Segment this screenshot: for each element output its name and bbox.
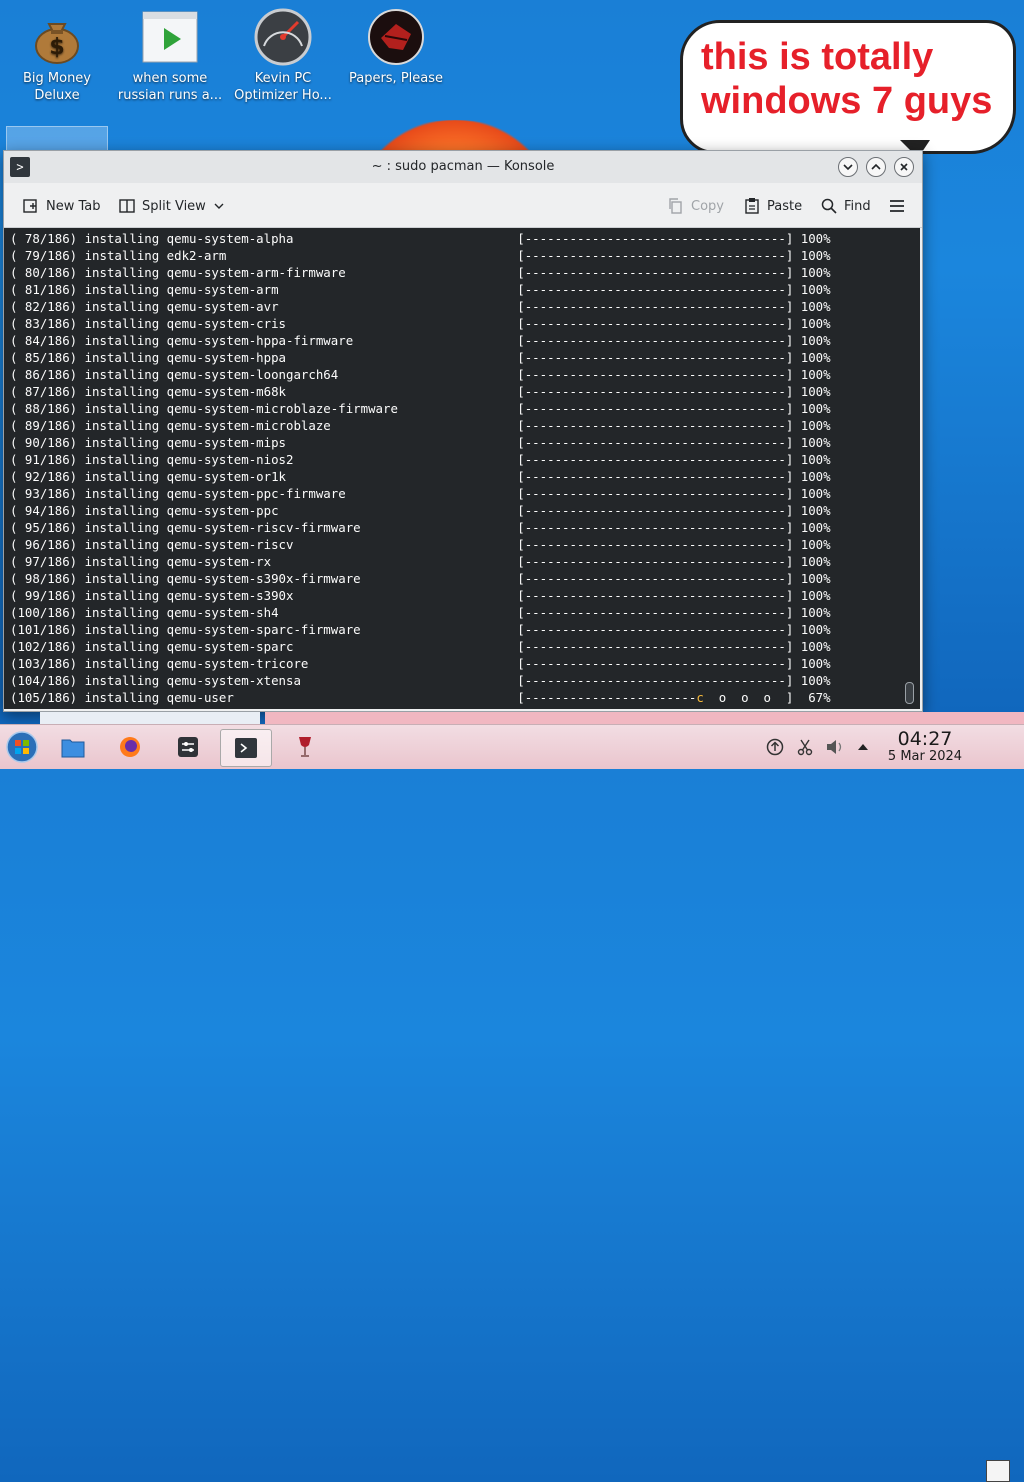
desktop-icon-label: Big Money Deluxe bbox=[22, 71, 91, 103]
copy-icon bbox=[669, 198, 682, 214]
toolbar: New Tab Split View Copy Paste Find bbox=[4, 183, 922, 228]
start-button[interactable] bbox=[4, 729, 40, 765]
hamburger-menu-button[interactable] bbox=[888, 195, 906, 217]
chevron-down-icon bbox=[214, 203, 224, 209]
terminal-line: ( 96/186) installing qemu-system-riscv [… bbox=[10, 537, 831, 552]
show-desktop-button[interactable] bbox=[986, 1460, 1010, 1482]
terminal-line: ( 87/186) installing qemu-system-m68k [-… bbox=[10, 384, 831, 399]
split-view-button[interactable]: Split View bbox=[118, 195, 226, 217]
terminal-scrollbar[interactable] bbox=[905, 682, 914, 704]
title-bar[interactable]: > ~ : sudo pacman — Konsole bbox=[4, 151, 922, 183]
terminal-line: (103/186) installing qemu-system-tricore… bbox=[10, 656, 831, 671]
konsole-window[interactable]: > ~ : sudo pacman — Konsole New Tab Spli… bbox=[3, 150, 923, 712]
speedometer-icon bbox=[254, 8, 312, 66]
close-button[interactable] bbox=[894, 157, 914, 177]
desktop-icon-label: Papers, Please bbox=[348, 71, 444, 86]
wine-glass-icon bbox=[299, 737, 311, 757]
terminal-line: ( 88/186) installing qemu-system-microbl… bbox=[10, 401, 831, 416]
copy-button[interactable]: Copy bbox=[667, 195, 724, 217]
close-icon bbox=[900, 163, 908, 171]
terminal-line: (101/186) installing qemu-system-sparc-f… bbox=[10, 622, 831, 637]
progress-prefix: (105/186) installing qemu-user [--------… bbox=[10, 690, 697, 705]
terminal-line-progress: (105/186) installing qemu-user [--------… bbox=[10, 689, 831, 706]
terminal-line: (102/186) installing qemu-system-sparc [… bbox=[10, 639, 831, 654]
desktop-icon-label: when some russian runs a... bbox=[117, 71, 223, 103]
taskbar-settings[interactable] bbox=[170, 729, 206, 765]
new-tab-icon bbox=[23, 199, 37, 213]
terminal-line: ( 85/186) installing qemu-system-hppa [-… bbox=[10, 350, 831, 365]
terminal-line: (104/186) installing qemu-system-xtensa … bbox=[10, 673, 831, 688]
settings-sliders-icon bbox=[178, 737, 198, 757]
paste-label: Paste bbox=[767, 198, 803, 214]
speech-bubble-text: this is totally windows 7 guys bbox=[701, 36, 993, 122]
terminal-line: ( 81/186) installing qemu-system-arm [--… bbox=[10, 282, 831, 297]
clipboard-scissors-icon[interactable] bbox=[795, 737, 815, 757]
terminal-line: ( 98/186) installing qemu-system-s390x-f… bbox=[10, 571, 831, 586]
clock-time[interactable]: 04:27 bbox=[880, 728, 970, 750]
copy-label: Copy bbox=[691, 198, 724, 214]
find-button[interactable]: Find bbox=[820, 195, 871, 217]
tray-expand-icon[interactable] bbox=[853, 737, 873, 757]
terminal-line: ( 92/186) installing qemu-system-or1k [-… bbox=[10, 469, 831, 484]
terminal-line: ( 86/186) installing qemu-system-loongar… bbox=[10, 367, 831, 382]
desktop-icon-kevin-pc-optimizer[interactable]: Kevin PC Optimizer Ho... bbox=[228, 0, 338, 104]
update-icon[interactable] bbox=[765, 737, 785, 757]
window-title: ~ : sudo pacman — Konsole bbox=[371, 159, 555, 174]
svg-text:$: $ bbox=[49, 35, 64, 60]
pacman-glyph: c bbox=[696, 690, 704, 705]
search-icon bbox=[821, 198, 837, 214]
split-view-icon bbox=[119, 199, 135, 213]
minimize-button[interactable] bbox=[838, 157, 858, 177]
chevron-up-icon bbox=[871, 163, 881, 170]
new-tab-label: New Tab bbox=[46, 198, 101, 214]
hamburger-menu-icon bbox=[890, 200, 904, 212]
speech-bubble: this is totally windows 7 guys bbox=[680, 20, 1016, 154]
progress-suffix: o o o ] 67% bbox=[703, 690, 831, 705]
money-bag-icon: $ bbox=[28, 8, 86, 66]
desktop-icon-big-money-deluxe[interactable]: $ Big Money Deluxe bbox=[2, 0, 112, 104]
desktop-icon-label: Kevin PC Optimizer Ho... bbox=[234, 71, 332, 103]
terminal-line: ( 90/186) installing qemu-system-mips [-… bbox=[10, 435, 831, 450]
terminal-line: ( 79/186) installing edk2-arm [---------… bbox=[10, 248, 831, 263]
taskbar-wine[interactable] bbox=[287, 729, 323, 765]
terminal-line: ( 80/186) installing qemu-system-arm-fir… bbox=[10, 265, 831, 280]
terminal-view[interactable]: ( 78/186) installing qemu-system-alpha [… bbox=[4, 228, 920, 709]
terminal-line: ( 93/186) installing qemu-system-ppc-fir… bbox=[10, 486, 831, 501]
find-label: Find bbox=[844, 198, 871, 214]
terminal-line: ( 99/186) installing qemu-system-s390x [… bbox=[10, 588, 831, 603]
split-view-label: Split View bbox=[142, 198, 206, 214]
terminal-line: ( 97/186) installing qemu-system-rx [---… bbox=[10, 554, 831, 569]
taskbar-firefox[interactable] bbox=[112, 729, 148, 765]
paste-icon bbox=[745, 198, 759, 214]
desktop-icon-when-some-russian[interactable]: when some russian runs a... bbox=[115, 0, 225, 104]
terminal-line: ( 89/186) installing qemu-system-microbl… bbox=[10, 418, 831, 433]
taskbar-konsole[interactable] bbox=[220, 729, 272, 767]
terminal-line: ( 91/186) installing qemu-system-nios2 [… bbox=[10, 452, 831, 467]
taskbar-file-manager[interactable] bbox=[55, 729, 91, 765]
maximize-button[interactable] bbox=[866, 157, 886, 177]
paste-button[interactable]: Paste bbox=[743, 195, 802, 217]
video-play-icon bbox=[141, 8, 199, 66]
papers-please-seal-icon bbox=[367, 8, 425, 66]
terminal-line: ( 84/186) installing qemu-system-hppa-fi… bbox=[10, 333, 831, 348]
firefox-icon bbox=[120, 737, 140, 757]
windows-logo-icon bbox=[6, 731, 38, 763]
terminal-line: (100/186) installing qemu-system-sh4 [--… bbox=[10, 605, 831, 620]
taskbar bbox=[0, 724, 1024, 1482]
desktop-icon-papers-please[interactable]: Papers, Please bbox=[341, 0, 451, 87]
terminal-line: ( 83/186) installing qemu-system-cris [-… bbox=[10, 316, 831, 331]
new-tab-button[interactable]: New Tab bbox=[22, 195, 101, 217]
volume-icon[interactable] bbox=[825, 737, 845, 757]
terminal-line: ( 82/186) installing qemu-system-avr [--… bbox=[10, 299, 831, 314]
chevron-down-icon bbox=[843, 164, 853, 171]
clock-date[interactable]: 5 Mar 2024 bbox=[880, 749, 970, 764]
terminal-output: ( 78/186) installing qemu-system-alpha [… bbox=[10, 230, 831, 706]
terminal-line: ( 78/186) installing qemu-system-alpha [… bbox=[10, 231, 831, 246]
terminal-icon bbox=[235, 738, 257, 758]
terminal-line: ( 95/186) installing qemu-system-riscv-f… bbox=[10, 520, 831, 535]
terminal-line: ( 94/186) installing qemu-system-ppc [--… bbox=[10, 503, 831, 518]
folder-icon bbox=[61, 739, 85, 758]
